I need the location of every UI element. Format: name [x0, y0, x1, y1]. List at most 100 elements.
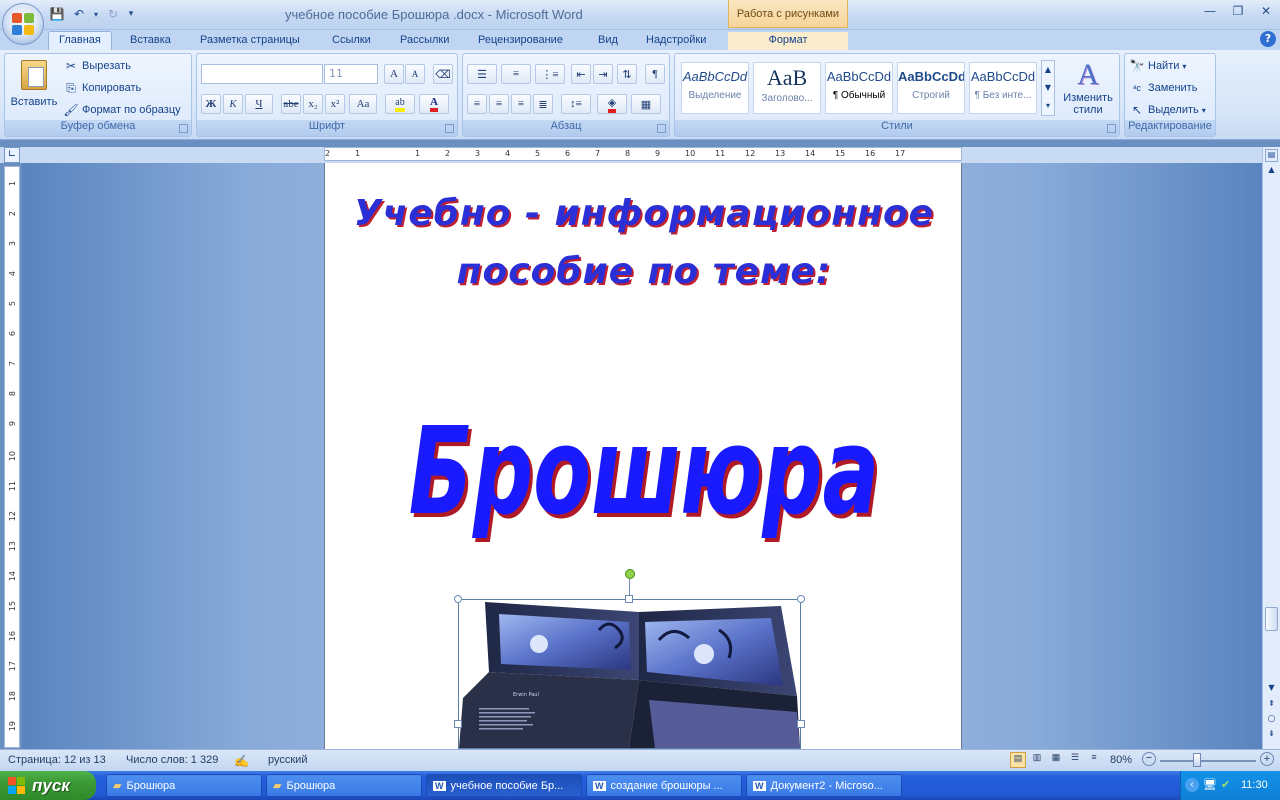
taskbar-item-word[interactable]: W учебное пособие Бр...: [426, 774, 582, 797]
bullets-icon[interactable]: ☰: [467, 64, 497, 84]
tray-expand-icon[interactable]: ‹: [1185, 778, 1199, 792]
line-spacing-icon[interactable]: ↕≡: [561, 94, 591, 114]
align-left-icon[interactable]: ≡: [467, 94, 487, 114]
resize-handle-n[interactable]: [625, 595, 633, 603]
zoom-slider-knob[interactable]: [1193, 753, 1201, 767]
next-page-icon[interactable]: ⇟: [1265, 729, 1278, 742]
strikethrough-button[interactable]: abe: [281, 94, 301, 114]
style-emphasis[interactable]: AaBbCcDd Выделение: [681, 62, 749, 114]
ruler-toggle-icon[interactable]: ▤: [1265, 149, 1278, 162]
resize-handle-ne[interactable]: [797, 595, 805, 603]
select-button[interactable]: ↖ Выделить ▾: [1129, 102, 1206, 118]
clear-formatting-icon[interactable]: ⌫: [433, 64, 453, 84]
safely-remove-icon[interactable]: ✔: [1221, 778, 1230, 791]
style-strong[interactable]: AaBbCcDd Строгий: [897, 62, 965, 114]
highlight-color-button[interactable]: ab: [385, 94, 415, 114]
language-indicator[interactable]: русский: [268, 754, 307, 766]
format-painter-button[interactable]: 🖌 Формат по образцу: [63, 102, 180, 118]
minimize-icon[interactable]: —: [1202, 4, 1218, 20]
zoom-out-icon[interactable]: −: [1142, 752, 1156, 766]
subscript-button[interactable]: x₂: [303, 94, 323, 114]
dialog-launcher-icon[interactable]: [1107, 124, 1116, 133]
taskbar-item-word[interactable]: W создание брошюры ...: [586, 774, 742, 797]
rotation-handle[interactable]: [625, 569, 635, 579]
scrollbar-thumb[interactable]: [1265, 607, 1278, 631]
tab-insert[interactable]: Вставка: [120, 32, 181, 50]
font-size-input[interactable]: 11: [324, 64, 378, 84]
styles-gallery-scroll[interactable]: ▲ ▼ ▾: [1041, 60, 1055, 116]
shading-icon[interactable]: ◈: [597, 94, 627, 114]
decrease-indent-icon[interactable]: ⇤: [571, 64, 591, 84]
tab-review[interactable]: Рецензирование: [468, 32, 573, 50]
change-case-button[interactable]: Aa: [349, 94, 377, 114]
tab-mailings[interactable]: Рассылки: [390, 32, 459, 50]
bold-button[interactable]: Ж: [201, 94, 221, 114]
full-screen-reading-icon[interactable]: ▥: [1029, 752, 1045, 768]
resize-handle-e[interactable]: [797, 720, 805, 728]
start-button[interactable]: пуск: [0, 771, 96, 800]
outline-icon[interactable]: ☰: [1067, 752, 1083, 768]
resize-handle-nw[interactable]: [454, 595, 462, 603]
borders-icon[interactable]: ▦: [631, 94, 661, 114]
customize-qat-icon[interactable]: ▾: [126, 5, 136, 23]
taskbar-item-folder[interactable]: ▰ Брошюра: [266, 774, 422, 797]
zoom-slider[interactable]: [1160, 760, 1256, 762]
dialog-launcher-icon[interactable]: [445, 124, 454, 133]
sort-icon[interactable]: ⇅: [617, 64, 637, 84]
vertical-ruler[interactable]: 1234567891011121314151617181920: [4, 166, 20, 761]
wordart-title-line1[interactable]: Учебно - информационное: [325, 193, 961, 234]
justify-icon[interactable]: ≣: [533, 94, 553, 114]
pilcrow-icon[interactable]: ¶: [645, 64, 665, 84]
clock[interactable]: 11:30: [1241, 779, 1268, 791]
superscript-button[interactable]: x²: [325, 94, 345, 114]
replace-button[interactable]: ᵃc Заменить: [1129, 80, 1197, 96]
print-layout-icon[interactable]: ▤: [1010, 752, 1026, 768]
office-button[interactable]: [2, 3, 44, 45]
scroll-down-icon[interactable]: ▼: [1265, 683, 1278, 696]
tab-addins[interactable]: Надстройки: [636, 32, 716, 50]
scroll-up-icon[interactable]: ▲: [1265, 165, 1278, 178]
paste-button[interactable]: Вставить: [9, 58, 59, 118]
proofing-icon[interactable]: ✍: [234, 754, 249, 768]
font-name-input[interactable]: [201, 64, 323, 84]
taskbar-item-word[interactable]: W Документ2 - Microso...: [746, 774, 902, 797]
draft-icon[interactable]: ≡: [1086, 752, 1102, 768]
copy-button[interactable]: ⎘ Копировать: [63, 80, 141, 96]
multilevel-list-icon[interactable]: ⋮≡: [535, 64, 565, 84]
tab-references[interactable]: Ссылки: [322, 32, 381, 50]
wordart-brochure[interactable]: Брошюра: [395, 403, 893, 542]
chevron-down-icon[interactable]: ▾: [92, 5, 100, 23]
cut-button[interactable]: ✂ Вырезать: [63, 58, 131, 74]
shrink-font-button[interactable]: A: [405, 64, 425, 84]
web-layout-icon[interactable]: ▦: [1048, 752, 1064, 768]
style-no-spacing[interactable]: AaBbCcDd ¶ Без инте...: [969, 62, 1037, 114]
horizontal-ruler[interactable]: 2 1 1 2 3 4 5 6 7 8 9 10 11 12 13 14 15 16 17: [324, 147, 962, 161]
tab-view[interactable]: Вид: [588, 32, 628, 50]
numbering-icon[interactable]: ≡: [501, 64, 531, 84]
align-right-icon[interactable]: ≡: [511, 94, 531, 114]
increase-indent-icon[interactable]: ⇥: [593, 64, 613, 84]
style-heading[interactable]: AaB Заголово...: [753, 62, 821, 114]
close-icon[interactable]: ✕: [1258, 4, 1274, 20]
document-page[interactable]: Учебно - информационное пособие по теме:…: [324, 163, 962, 749]
underline-button[interactable]: Ч: [245, 94, 273, 114]
selected-picture[interactable]: Erwin Paul: [458, 599, 801, 749]
taskbar-item-folder[interactable]: ▰ Брошюра: [106, 774, 262, 797]
redo-icon[interactable]: ↻: [104, 5, 122, 23]
dialog-launcher-icon[interactable]: [657, 124, 666, 133]
wordart-title-line2[interactable]: пособие по теме:: [325, 251, 961, 292]
zoom-in-icon[interactable]: +: [1260, 752, 1274, 766]
resize-handle-w[interactable]: [454, 720, 462, 728]
browse-object-icon[interactable]: ○: [1265, 714, 1278, 727]
vertical-scrollbar[interactable]: ▤ ▲ ▼ ⇞ ○ ⇟: [1262, 147, 1280, 749]
save-icon[interactable]: 💾: [48, 5, 66, 23]
tab-home[interactable]: Главная: [48, 31, 112, 51]
find-button[interactable]: 🔭 Найти ▾: [1129, 58, 1187, 74]
change-styles-button[interactable]: A Изменить стили: [1059, 58, 1117, 118]
style-normal[interactable]: AaBbCcDd ¶ Обычный: [825, 62, 893, 114]
word-count[interactable]: Число слов: 1 329: [126, 754, 218, 766]
italic-button[interactable]: К: [223, 94, 243, 114]
help-icon[interactable]: ?: [1260, 31, 1276, 47]
zoom-level[interactable]: 80%: [1110, 754, 1132, 766]
undo-icon[interactable]: ↶: [70, 5, 88, 23]
